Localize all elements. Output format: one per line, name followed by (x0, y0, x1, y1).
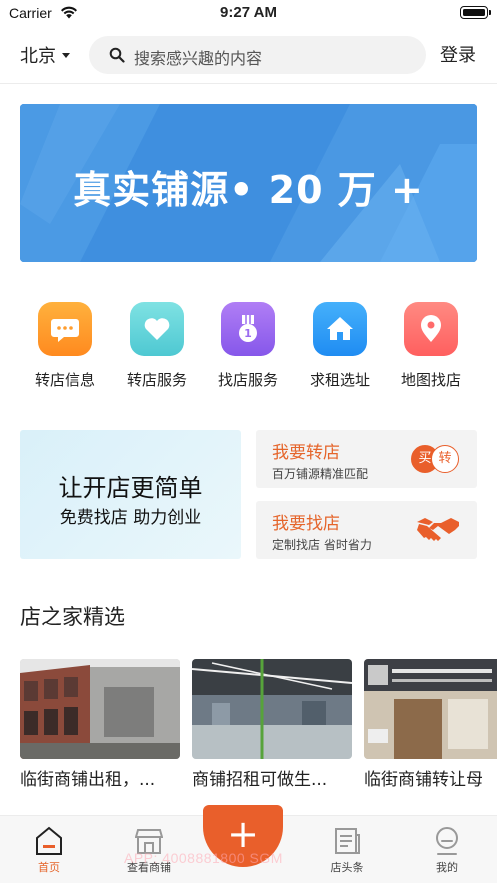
heart-icon (130, 302, 184, 356)
transfer-store-subtitle: 百万铺源精准匹配 (272, 467, 369, 481)
listing-image (192, 659, 352, 759)
login-button[interactable]: 登录 (440, 41, 476, 67)
tab-label: 首页 (38, 861, 60, 874)
find-store-card[interactable]: 我要找店 定制找店 省时省力 (256, 501, 477, 559)
watermark-text: APP: 4008881800 SGM (124, 850, 283, 866)
search-icon (109, 47, 125, 63)
home-tab-icon (36, 826, 62, 855)
battery-icon (460, 6, 491, 19)
transfer-store-title: 我要转店 (272, 443, 340, 463)
svg-text:1: 1 (244, 327, 252, 340)
category-label: 求租选址 (309, 371, 370, 389)
clock: 9:27 AM (220, 4, 277, 21)
profile-icon (436, 827, 458, 855)
promo-banner[interactable]: 真实铺源• 20 万 + (20, 104, 477, 262)
home-icon (313, 302, 367, 356)
tab-label: 我的 (436, 861, 458, 874)
status-bar: Carrier 9:27 AM (0, 0, 497, 26)
header-divider (0, 83, 497, 84)
medal-icon: 1 (221, 302, 275, 356)
listing-image (20, 659, 180, 759)
category-label: 转店信息 (34, 371, 95, 389)
listing-title: 临街商铺转让母 (364, 770, 483, 790)
category-label: 地图找店 (400, 371, 461, 389)
search-bar[interactable]: 搜索感兴趣的内容 (89, 36, 426, 74)
category-label: 转店服务 (126, 371, 187, 389)
promo-title: 让开店更简单 (58, 474, 203, 502)
plus-icon: + (227, 812, 259, 856)
message-icon (38, 302, 92, 356)
listing-title: 临街商铺出租，... (20, 770, 156, 790)
tab-profile[interactable]: 我的 (407, 816, 487, 883)
section-title: 店之家精选 (20, 605, 125, 629)
promo-easy-store[interactable]: 让开店更简单 免费找店 助力创业 (20, 430, 241, 559)
location-pin-icon (404, 302, 458, 356)
category-label: 找店服务 (217, 371, 278, 389)
handshake-icon (417, 518, 459, 541)
sell-badge: 转 (431, 445, 459, 473)
search-input[interactable]: 搜索感兴趣的内容 (134, 45, 262, 69)
city-selector[interactable]: 北京 (20, 42, 56, 68)
header: 北京 搜索感兴趣的内容 登录 (0, 33, 497, 75)
find-store-subtitle: 定制找店 省时省力 (272, 538, 372, 552)
promo-subtitle: 免费找店 助力创业 (59, 508, 202, 528)
chevron-down-icon[interactable] (62, 53, 70, 58)
buy-sell-icon: 买 转 (411, 445, 459, 473)
banner-headline: 真实铺源• 20 万 + (73, 168, 424, 212)
find-store-title: 我要找店 (272, 514, 340, 534)
listing-title: 商铺招租可做生... (192, 770, 328, 790)
transfer-store-card[interactable]: 我要转店 百万铺源精准匹配 买 转 (256, 430, 477, 488)
tab-home[interactable]: 首页 (9, 816, 89, 883)
listing-image (364, 659, 497, 759)
